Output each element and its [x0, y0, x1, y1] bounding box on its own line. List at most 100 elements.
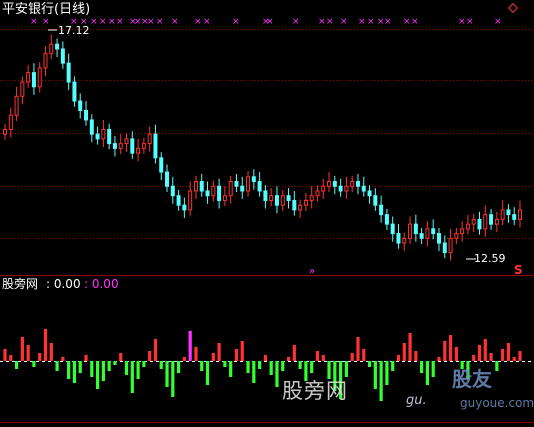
candle-body — [350, 181, 355, 187]
candle-body — [37, 67, 42, 88]
indicator-bar — [124, 361, 129, 375]
indicator-bar — [217, 343, 221, 361]
indicator-bar — [229, 361, 233, 377]
indicator-bar — [269, 361, 273, 375]
candle-body — [95, 133, 100, 140]
signal-cross-marker: × — [466, 17, 474, 27]
indicator-bar — [518, 351, 522, 361]
candle-body — [257, 181, 262, 192]
signal-cross-marker: × — [99, 17, 107, 27]
indicator-bar — [20, 337, 24, 361]
candle-body — [84, 109, 89, 121]
candle-body — [518, 209, 522, 220]
candle-body — [327, 181, 332, 187]
indicator-bar — [310, 361, 314, 373]
watermark-url: gu. — [406, 393, 427, 408]
indicator-bar — [153, 339, 158, 361]
candle-body — [170, 185, 175, 197]
candle-body — [89, 119, 94, 135]
diamond-icon — [508, 3, 518, 13]
candle-body — [384, 214, 389, 225]
indicator-bar — [182, 357, 186, 361]
candle-body — [355, 181, 360, 187]
candle-body — [136, 147, 141, 154]
candle-body — [31, 72, 36, 88]
indicator-bar — [205, 361, 210, 385]
candle-body — [153, 133, 158, 159]
indicator-bar — [200, 361, 204, 371]
candle-body — [124, 138, 129, 145]
indicator-bar — [165, 361, 169, 387]
indicator-bar — [252, 361, 256, 383]
candle-body — [205, 190, 210, 197]
indicator-bar — [396, 355, 401, 361]
indicator-bar — [61, 357, 65, 361]
indicator-bar — [176, 361, 181, 373]
indicator-bar — [188, 331, 192, 361]
indicator-bar — [9, 355, 13, 361]
indicator-bar — [379, 361, 383, 401]
indicator-bar — [159, 361, 163, 369]
indicator-bar — [437, 357, 441, 361]
signal-cross-marker: × — [494, 17, 502, 27]
indicator-bar — [420, 361, 424, 373]
indicator-bar — [304, 361, 308, 381]
candle-body — [147, 133, 152, 145]
indicator-bar — [414, 351, 418, 361]
indicator-bar — [385, 361, 389, 385]
candle-body — [506, 209, 511, 216]
candle-body — [222, 195, 227, 201]
candle-body — [303, 199, 308, 206]
signal-cross-marker: × — [403, 17, 411, 27]
indicator-bar — [512, 357, 516, 361]
signal-marker-icon: » — [309, 266, 315, 277]
candle-body — [130, 138, 135, 154]
indicator-bar — [246, 361, 250, 373]
indicator-bar — [38, 353, 42, 361]
candle-body — [217, 185, 222, 201]
indicator-bar — [49, 343, 53, 361]
indicator-bar — [263, 355, 267, 361]
watermark-logo-url: guyoue.com — [460, 396, 534, 410]
candle-body — [436, 233, 441, 244]
indicator-bar — [275, 361, 279, 387]
signal-cross-marker: × — [411, 17, 419, 27]
indicator-bar — [327, 361, 331, 379]
candle-body — [338, 185, 343, 192]
indicator-bar — [373, 361, 377, 389]
candle-body — [280, 195, 285, 206]
indicator-bar — [292, 345, 296, 361]
indicator-bar — [367, 361, 372, 367]
signal-cross-marker: × — [326, 17, 334, 27]
chart-canvas[interactable]: × × × × × × × × ×× ×× × × × × × ×× × × × × × × × × × × × × ×S» — [0, 0, 534, 423]
signal-cross-marker: × — [232, 17, 240, 27]
candle-body — [477, 218, 482, 230]
candle-body — [20, 81, 25, 97]
candle-body — [107, 128, 112, 145]
indicator-bar — [119, 353, 123, 361]
candle-body — [274, 195, 279, 206]
main-panel-title: 平安银行(日线) — [2, 2, 91, 17]
candle-body — [211, 185, 216, 197]
stock-chart-screen[interactable]: × × × × × × × × × × × × × × × × × × × × × × × × × × × × × × × × S» 平安银行(… — [0, 0, 534, 423]
candle-body — [43, 53, 48, 69]
low-price-label: 12.59 — [474, 252, 506, 265]
candle-body — [344, 185, 349, 192]
indicator-value-2: : 0.00 — [84, 277, 119, 291]
candle-body — [379, 204, 384, 216]
indicator-bar — [362, 349, 366, 361]
candle-body — [489, 214, 494, 225]
signal-cross-marker: × — [194, 17, 202, 27]
candle-body — [234, 181, 239, 187]
indicator-bar — [3, 349, 7, 361]
indicator-bar — [194, 347, 198, 361]
signal-cross-marker: × — [203, 17, 211, 27]
candle-body — [483, 214, 488, 230]
candle-body — [49, 43, 54, 55]
indicator-bar — [26, 345, 30, 361]
indicator-bar — [107, 361, 111, 371]
candle-body — [460, 228, 465, 235]
candle-body — [425, 228, 430, 239]
indicator-bar — [356, 337, 360, 361]
candle-body — [159, 157, 164, 173]
